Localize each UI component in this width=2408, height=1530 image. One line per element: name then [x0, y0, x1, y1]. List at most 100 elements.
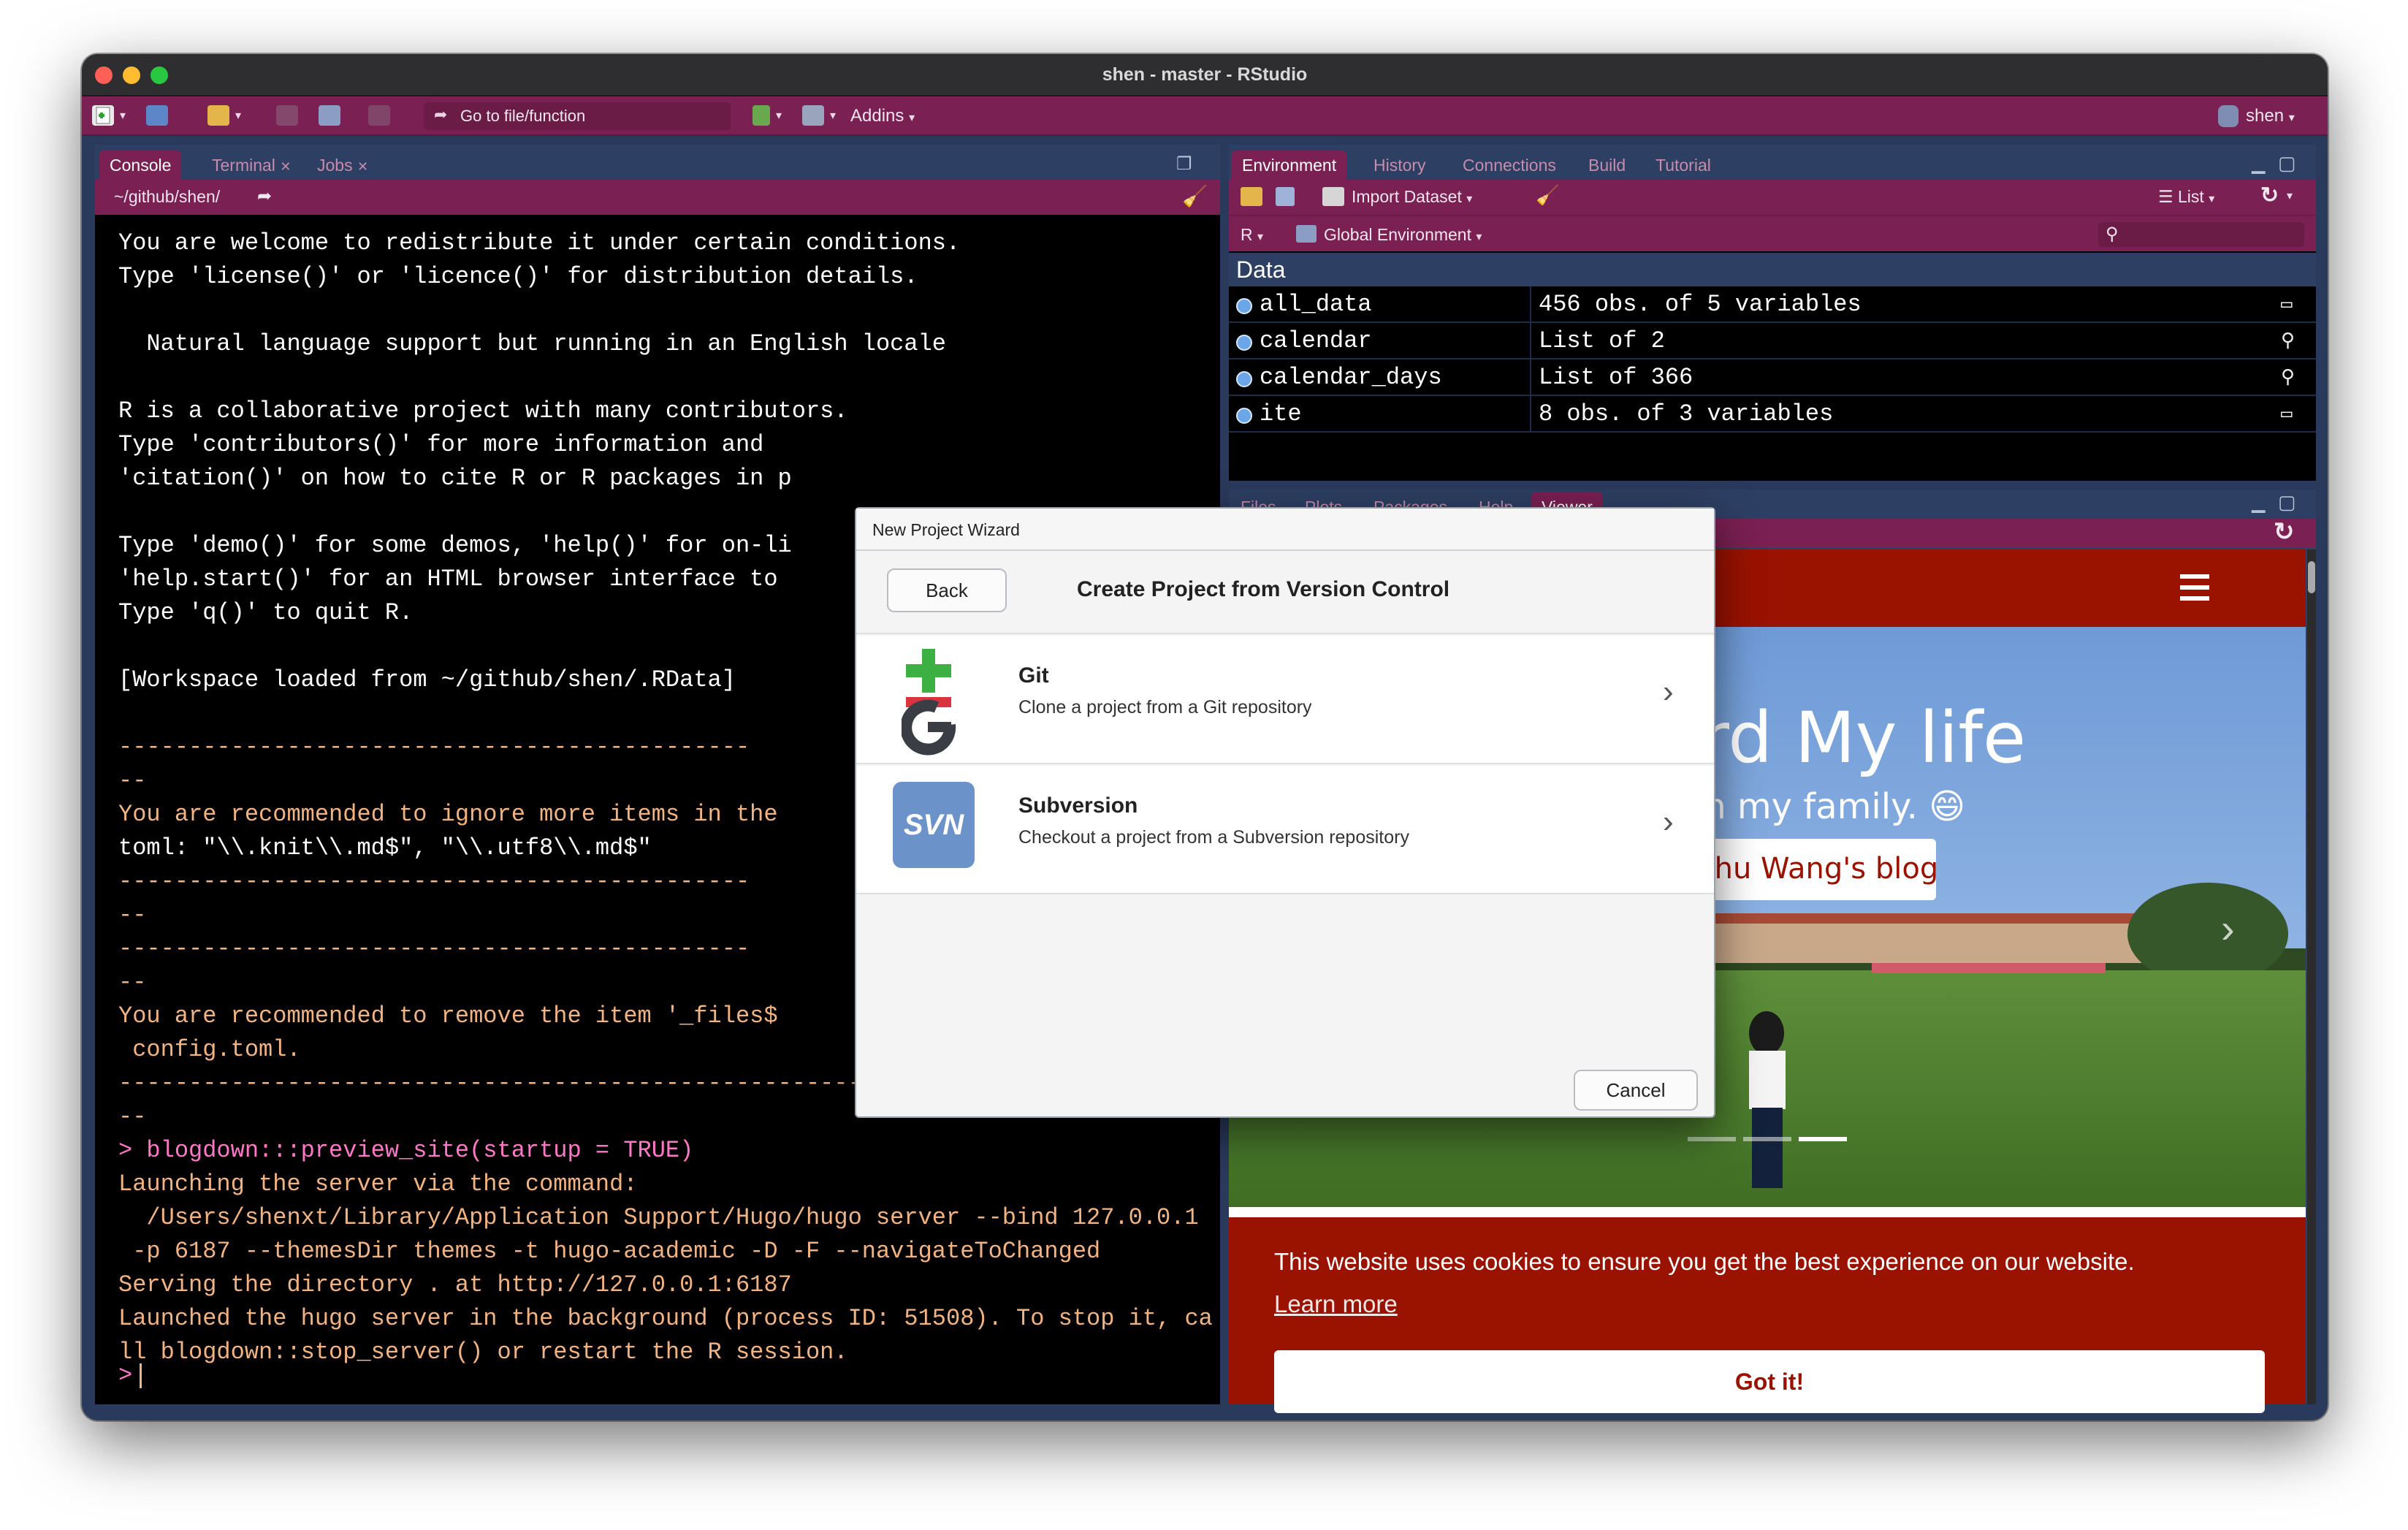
column-divider	[1530, 359, 1531, 396]
env-row[interactable]: all_data 456 obs. of 5 variables ▭	[1229, 286, 2316, 323]
project-menu[interactable]: shen ▾	[2246, 104, 2295, 129]
tab-console[interactable]: Console	[99, 151, 182, 180]
goto-file-function-input[interactable]: ➦ Go to file/function	[424, 102, 731, 130]
tab-history[interactable]: History	[1363, 151, 1436, 180]
carousel-indicator-2[interactable]	[1743, 1137, 1791, 1141]
console-tabbar: Console Terminal ✕ Jobs ✕ ❐	[95, 145, 1220, 180]
env-row[interactable]: calendar List of 2 ⚲	[1229, 323, 2316, 359]
environment-pane: Environment History Connections Build Tu…	[1229, 145, 2316, 481]
expand-row-icon[interactable]	[1236, 408, 1252, 424]
console-prompt[interactable]: >	[118, 1362, 142, 1389]
console-line: > blogdown:::preview_site(startup = TRUE…	[118, 1137, 694, 1164]
search-icon[interactable]: ⚲	[2281, 323, 2295, 359]
panes-dropdown-icon[interactable]: ▾	[830, 104, 836, 129]
expand-row-icon[interactable]	[1236, 335, 1252, 351]
new-project-wizard-dialog: New Project Wizard Back Create Project f…	[855, 507, 1715, 1118]
open-file-icon[interactable]	[207, 105, 229, 126]
back-button[interactable]: Back	[887, 568, 1007, 612]
hamburger-menu-icon[interactable]	[2180, 574, 2209, 601]
view-mode-dropdown[interactable]: ☰ List ▾	[2158, 187, 2214, 207]
search-icon[interactable]: ⚲	[2281, 359, 2295, 396]
console-line: Type 'license()' or 'licence()' for dist…	[118, 263, 918, 290]
workspace-panes-icon[interactable]	[802, 105, 824, 126]
save-all-icon[interactable]	[319, 105, 340, 126]
carousel-indicator-3[interactable]	[1799, 1137, 1847, 1141]
console-line: R is a collaborative project with many c…	[118, 397, 848, 425]
import-dataset-button[interactable]: Import Dataset ▾	[1352, 187, 1472, 207]
dialog-title: New Project Wizard	[856, 509, 1714, 551]
console-line: You are welcome to redistribute it under…	[118, 229, 961, 256]
scope-dropdown[interactable]: Global Environment ▾	[1324, 225, 1482, 245]
subversion-option[interactable]: SVN Subversion Checkout a project from a…	[856, 766, 1714, 894]
tab-jobs[interactable]: Jobs ✕	[307, 151, 378, 180]
view-table-icon[interactable]: ▭	[2281, 396, 2293, 433]
console-pathbar: ~/github/shen/ ➦ 🧹	[95, 180, 1220, 215]
console-line: -p 6187 --themesDir themes -t hugo-acade…	[118, 1238, 1101, 1265]
r-project-icon	[2218, 105, 2239, 127]
environment-icon	[1296, 225, 1317, 243]
console-line: Natural language support but running in …	[118, 330, 946, 357]
text-cursor	[140, 1363, 142, 1388]
save-workspace-icon[interactable]	[1276, 187, 1295, 206]
env-var-name: all_data	[1260, 291, 1372, 318]
maximize-pane-icon[interactable]: ▢	[2278, 152, 2296, 175]
print-icon[interactable]	[368, 105, 390, 126]
addins-menu[interactable]: Addins ▾	[850, 104, 915, 129]
go-to-directory-icon[interactable]: ➦	[257, 186, 272, 207]
git-option[interactable]: Git Clone a project from a Git repositor…	[856, 636, 1714, 764]
env-scope-bar: R ▾ Global Environment ▾ ⚲	[1229, 215, 2316, 251]
cancel-button[interactable]: Cancel	[1574, 1070, 1698, 1111]
tab-connections[interactable]: Connections	[1452, 151, 1566, 180]
env-var-value: 456 obs. of 5 variables	[1539, 291, 1862, 318]
carousel-indicator-1[interactable]	[1688, 1137, 1736, 1141]
viewer-refresh-icon[interactable]: ↻	[2274, 517, 2295, 547]
env-row[interactable]: ite 8 obs. of 3 variables ▭	[1229, 396, 2316, 433]
expand-row-icon[interactable]	[1236, 371, 1252, 387]
main-toolbar: ▾ ▾ ➦ Go to file/function ▾ ▾ Addins ▾ s…	[82, 96, 2328, 136]
restore-pane-icon[interactable]: ❐	[1176, 153, 1192, 175]
env-var-name: calendar_days	[1260, 364, 1442, 391]
tab-tutorial[interactable]: Tutorial	[1645, 151, 1721, 180]
clear-console-icon[interactable]: 🧹	[1182, 184, 1208, 208]
git-icon[interactable]	[752, 105, 770, 126]
refresh-dropdown-icon[interactable]: ▾	[2287, 189, 2293, 203]
refresh-icon[interactable]: ↻	[2260, 183, 2279, 208]
title-bar: shen - master - RStudio	[82, 54, 2328, 96]
new-project-icon[interactable]	[146, 105, 168, 126]
cookie-learn-more-link[interactable]: Learn more	[1274, 1290, 1398, 1318]
tab-build[interactable]: Build	[1578, 151, 1636, 180]
open-recent-dropdown-icon[interactable]: ▾	[235, 104, 241, 129]
working-directory[interactable]: ~/github/shen/	[114, 187, 220, 207]
git-dropdown-icon[interactable]: ▾	[776, 104, 782, 129]
rstudio-window: shen - master - RStudio ▾ ▾ ➦ Go to file…	[82, 54, 2328, 1420]
import-dataset-icon	[1322, 187, 1344, 206]
load-workspace-icon[interactable]	[1241, 187, 1262, 206]
new-file-icon[interactable]	[92, 105, 114, 126]
save-icon[interactable]	[276, 105, 298, 126]
carousel-next-icon[interactable]: ›	[2221, 905, 2235, 952]
tab-environment[interactable]: Environment	[1232, 151, 1347, 180]
language-dropdown[interactable]: R ▾	[1241, 225, 1263, 245]
env-var-name: ite	[1260, 400, 1302, 427]
env-var-value: List of 2	[1539, 327, 1665, 354]
new-file-dropdown-icon[interactable]: ▾	[120, 104, 126, 129]
console-line: 'citation()' on how to cite R or R packa…	[118, 465, 792, 492]
column-divider	[1530, 396, 1531, 433]
clear-workspace-icon[interactable]: 🧹	[1536, 184, 1559, 207]
cookie-banner: This website uses cookies to ensure you …	[1229, 1217, 2306, 1413]
cookie-accept-button[interactable]: Got it!	[1274, 1350, 2265, 1413]
viewer-scrollbar[interactable]	[2307, 549, 2316, 1404]
search-icon: ⚲	[2106, 224, 2119, 244]
view-table-icon[interactable]: ▭	[2281, 286, 2293, 323]
minimize-pane-icon[interactable]: ▁	[2252, 153, 2265, 175]
minimize-viewer-icon[interactable]: ▁	[2252, 492, 2265, 514]
env-row[interactable]: calendar_days List of 366 ⚲	[1229, 359, 2316, 396]
console-line: Serving the directory . at http://127.0.…	[118, 1271, 792, 1298]
maximize-viewer-icon[interactable]: ▢	[2278, 491, 2296, 514]
console-line: Type 'contributors()' for more informati…	[118, 431, 764, 458]
env-search-input[interactable]: ⚲	[2098, 222, 2304, 247]
tab-terminal[interactable]: Terminal ✕	[202, 151, 301, 180]
expand-row-icon[interactable]	[1236, 298, 1252, 314]
env-var-value: 8 obs. of 3 variables	[1539, 400, 1834, 427]
